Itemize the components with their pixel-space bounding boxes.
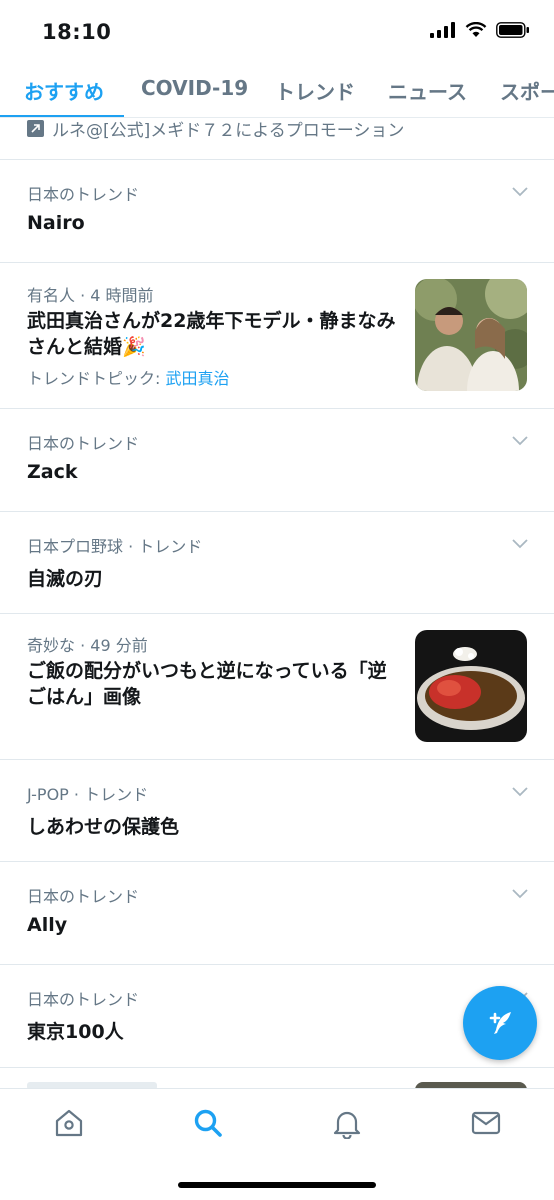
trend-title: 自滅の刃 [27, 568, 104, 590]
trend-topic-link[interactable]: 武田真治 [165, 369, 229, 388]
trend-meta: 日本のトレンド [27, 887, 140, 906]
cellular-signal-icon [430, 22, 455, 38]
trend-meta: 日本のトレンド [27, 185, 140, 204]
status-time: 18:10 [42, 20, 112, 44]
compose-tweet-button[interactable] [463, 986, 537, 1060]
tab-trends[interactable]: トレンド [275, 76, 355, 105]
bottom-tab-bar [0, 1088, 554, 1200]
trend-title: Zack [27, 461, 78, 483]
trend-title: 東京100人 [27, 1021, 124, 1043]
trend-topic: トレンドトピック: 武田真治 [27, 365, 230, 389]
status-bar: 18:10 [0, 0, 554, 64]
trend-meta: 奇妙な · 49 分前 [27, 636, 148, 655]
compose-tweet-icon [489, 1012, 511, 1034]
promoted-label[interactable]: ルネ@[公式]メギド７２によるプロモーション [27, 116, 404, 141]
trend-title: しあわせの保護色 [27, 816, 180, 838]
trend-meta: 有名人 · 4 時間前 [27, 286, 154, 305]
trend-item[interactable]: 有名人 · 4 時間前 武田真治さんが22歳年下モデル・静まなみさんと結婚🎉 ト… [0, 263, 554, 408]
chevron-down-icon[interactable] [512, 787, 528, 797]
battery-icon [496, 22, 529, 38]
trend-meta: 日本のトレンド [27, 990, 140, 1009]
tab-sports[interactable]: スポー [500, 76, 554, 105]
tab-recommended[interactable]: おすすめ [24, 76, 104, 105]
search-icon[interactable] [192, 1107, 224, 1139]
trend-meta: 日本のトレンド [27, 434, 140, 453]
explore-tabs: おすすめ COVID-19 トレンド ニュース スポー [0, 64, 554, 118]
trend-title: ご飯の配分がいつもと逆になっている「逆ごはん」画像 [27, 660, 387, 708]
chevron-down-icon[interactable] [512, 889, 528, 899]
divider [0, 1067, 554, 1068]
trend-title: Ally [27, 914, 68, 936]
trend-item[interactable]: 奇妙な · 49 分前 ご飯の配分がいつもと逆になっている「逆ごはん」画像 [0, 614, 554, 759]
trend-item[interactable]: J-POP · トレンド しあわせの保護色 [0, 760, 554, 861]
trend-item[interactable]: 日本のトレンド Ally [0, 862, 554, 964]
trend-topic-prefix: トレンドトピック: [27, 369, 166, 388]
promoted-text: ルネ@[公式]メギド７２によるプロモーション [52, 121, 405, 141]
trend-meta: J-POP · トレンド [27, 785, 149, 804]
chevron-down-icon[interactable] [512, 539, 528, 549]
trend-meta: 日本プロ野球 · トレンド [27, 537, 203, 556]
trend-item[interactable]: 日本のトレンド Nairo [0, 160, 554, 262]
status-icons [430, 22, 530, 38]
trend-thumbnail [415, 630, 527, 742]
messages-envelope-icon[interactable] [470, 1107, 502, 1139]
trend-item[interactable]: 日本プロ野球 · トレンド 自滅の刃 [0, 512, 554, 613]
chevron-down-icon[interactable] [512, 436, 528, 446]
trend-item[interactable]: 日本のトレンド Zack [0, 409, 554, 511]
promoted-icon [27, 120, 44, 137]
notifications-bell-icon[interactable] [331, 1107, 363, 1139]
tab-news[interactable]: ニュース [388, 76, 467, 105]
tab-covid[interactable]: COVID-19 [141, 76, 248, 100]
trend-title: 武田真治さんが22歳年下モデル・静まなみさんと結婚🎉 [27, 310, 396, 358]
trend-title: Nairo [27, 212, 85, 234]
trend-thumbnail [415, 279, 527, 391]
chevron-down-icon[interactable] [512, 187, 528, 197]
wifi-icon [465, 22, 487, 37]
home-icon[interactable] [53, 1107, 85, 1139]
home-indicator [178, 1182, 376, 1188]
